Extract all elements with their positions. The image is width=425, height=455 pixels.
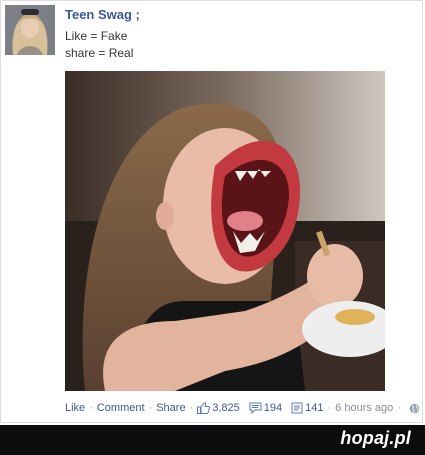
comments-stat[interactable]: 194 [249, 402, 282, 414]
comments-count: 194 [263, 402, 283, 414]
facebook-post: Teen Swag ; Like = Fake share = Real Lik… [0, 0, 423, 423]
author-avatar[interactable] [5, 5, 55, 55]
share-link[interactable]: Share [156, 402, 185, 414]
watermark-footer: hopaj.pl [0, 425, 425, 455]
likes-stat[interactable]: 3,825 [197, 402, 240, 414]
separator: · [327, 402, 332, 414]
share-doc-icon [291, 402, 303, 414]
site-watermark: hopaj.pl [340, 428, 411, 448]
shares-count: 141 [305, 402, 324, 414]
globe-icon[interactable] [409, 403, 420, 414]
separator: · [89, 402, 93, 414]
post-text-line-2: share = Real [65, 46, 134, 60]
thumbs-up-icon [197, 402, 211, 414]
separator: · [189, 402, 194, 414]
separator: · [148, 402, 153, 414]
post-photo[interactable] [65, 71, 385, 391]
comment-bubble-icon [249, 402, 262, 414]
post-author-name[interactable]: Teen Swag ; [65, 7, 140, 22]
comment-link[interactable]: Comment [97, 402, 145, 414]
post-text-line-1: Like = Fake [65, 29, 128, 43]
like-link[interactable]: Like [65, 402, 85, 414]
likes-count: 3,825 [212, 402, 240, 414]
shares-stat[interactable]: 141 [291, 402, 324, 414]
post-timestamp[interactable]: 6 hours ago [335, 402, 393, 414]
post-action-bar: Like · Comment · Share · 3,825 194 141 ·… [65, 401, 420, 415]
separator: · [397, 402, 401, 414]
